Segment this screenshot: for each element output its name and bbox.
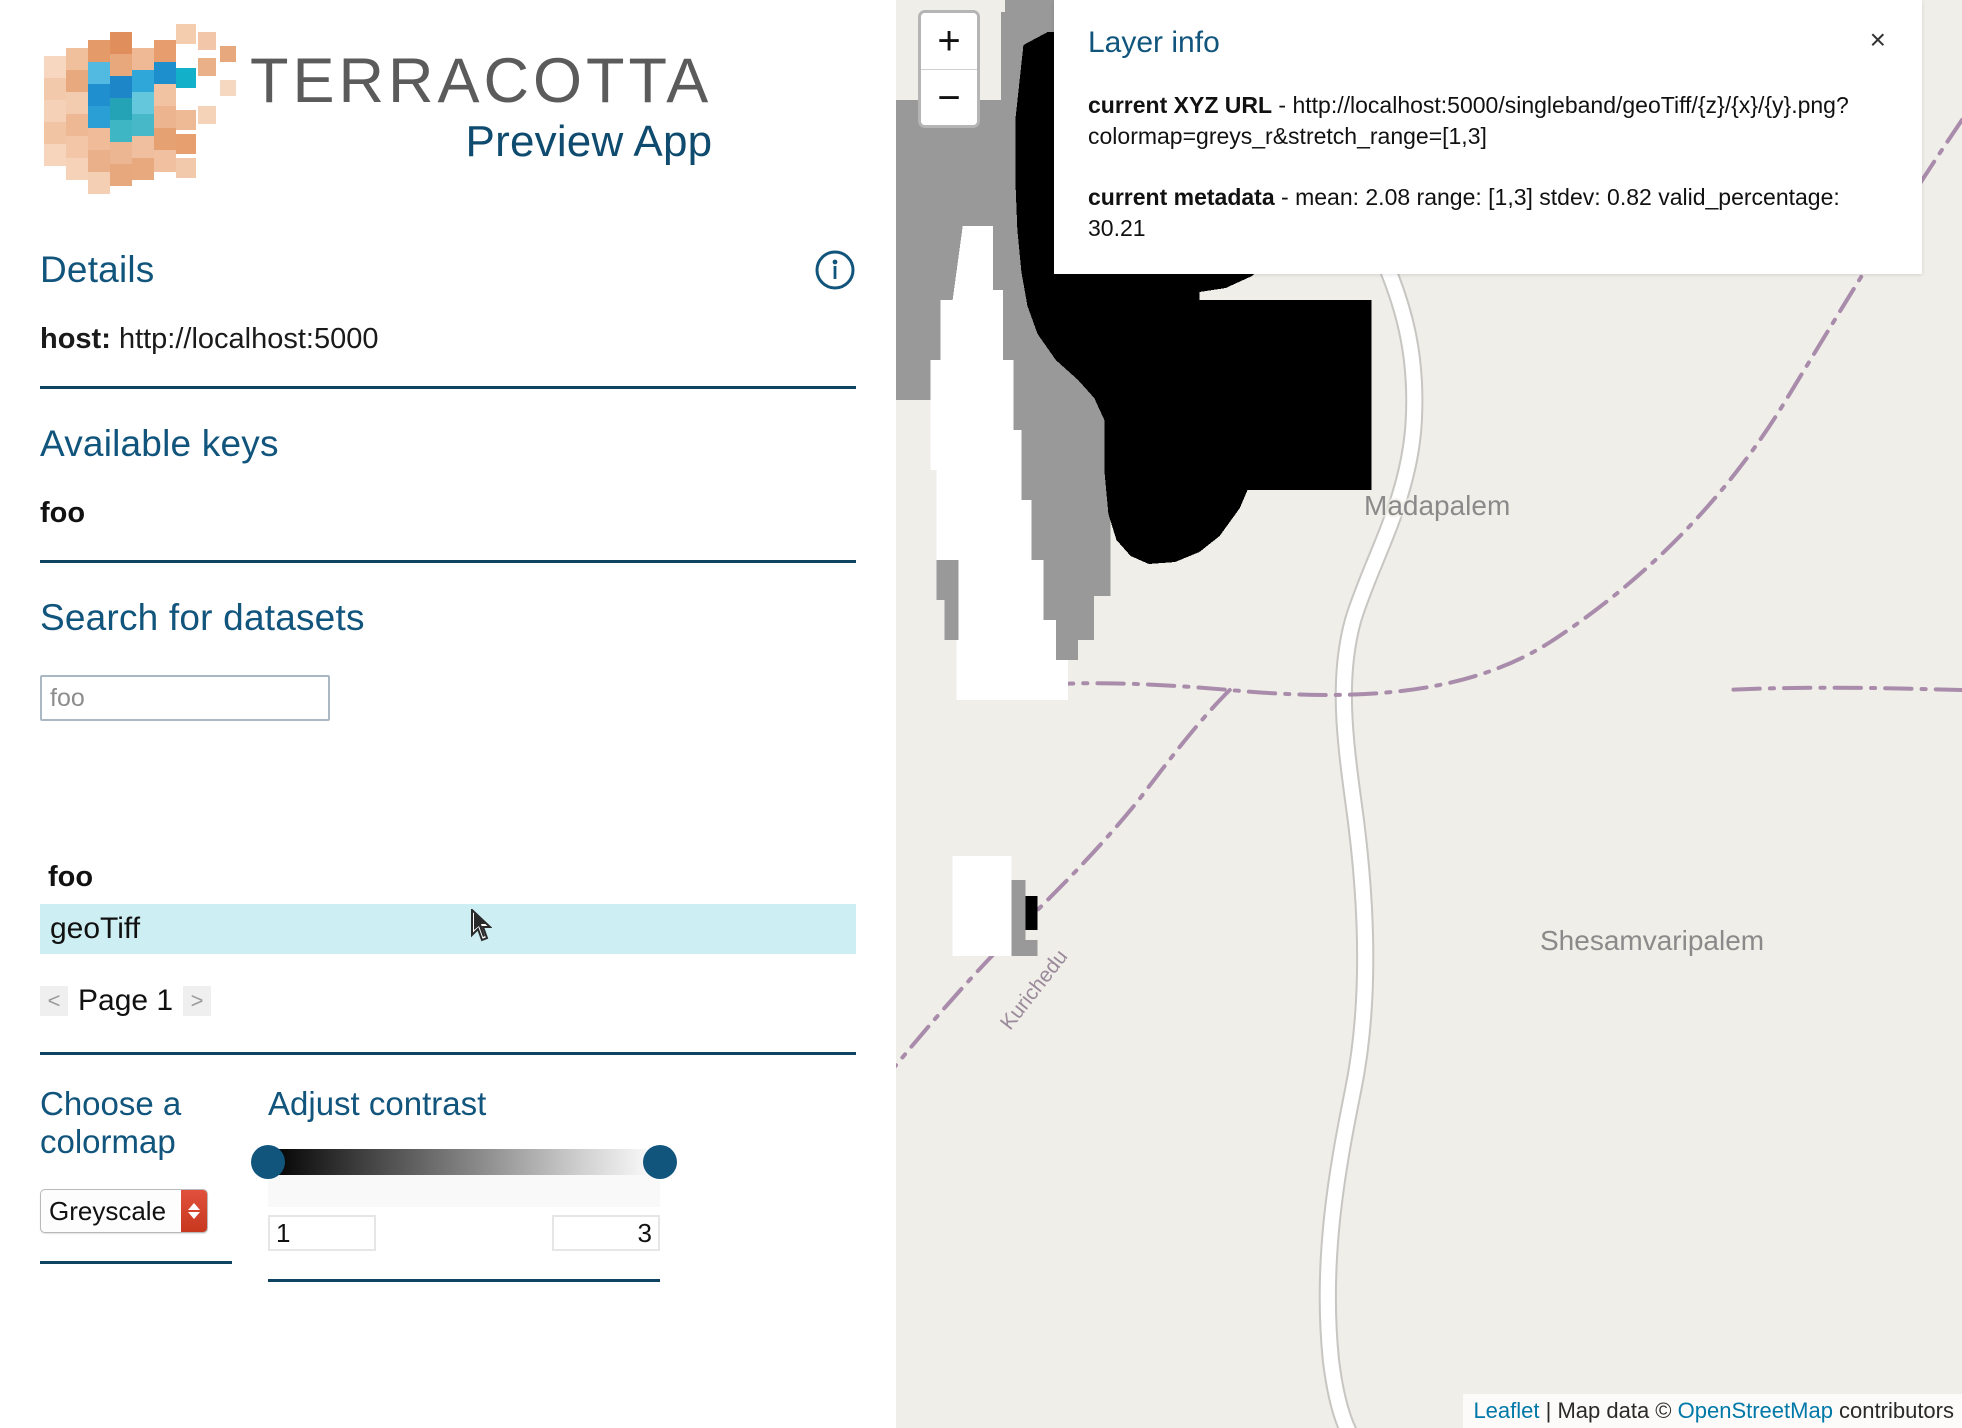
mouse-pointer-cursor-icon (470, 907, 493, 943)
attribution-text-after: contributors (1832, 1398, 1954, 1423)
contrast-divider (268, 1279, 660, 1282)
layer-info-xyz-label: current XYZ URL (1088, 92, 1273, 118)
pagination-prev-button[interactable]: < (40, 986, 68, 1016)
map-panel[interactable]: + − Layer info × current XYZ URL - http:… (896, 0, 1962, 1428)
contrast-slider-rail (268, 1175, 660, 1207)
search-header: Search for datasets (40, 597, 856, 639)
contrast-range-inputs (268, 1215, 660, 1251)
available-keys-divider (40, 560, 856, 563)
openstreetmap-link[interactable]: OpenStreetMap (1678, 1398, 1833, 1423)
contrast-max-input[interactable] (552, 1215, 660, 1251)
colormap-section: Choose a colormap Greyscale (40, 1085, 268, 1282)
pagination: < Page 1 > (40, 984, 856, 1018)
close-icon[interactable]: × (1868, 26, 1888, 54)
contrast-min-input[interactable] (268, 1215, 376, 1251)
search-results-spacer (40, 721, 856, 861)
layer-info-metadata-row: current metadata - mean: 2.08 range: [1,… (1088, 182, 1888, 244)
logo-subtitle: Preview App (465, 116, 713, 166)
info-circle-icon[interactable] (814, 249, 856, 291)
available-keys-header: Available keys (40, 423, 856, 465)
layer-info-xyz-dash: - (1272, 92, 1293, 118)
host-value: http://localhost:5000 (118, 323, 379, 355)
dataset-row-label: geoTiff (50, 912, 141, 945)
colormap-title: Choose a colormap (40, 1085, 182, 1160)
dataset-group-label: foo (48, 861, 94, 893)
search-field-wrap (40, 675, 856, 721)
layer-info-header: Layer info × (1088, 26, 1888, 60)
details-divider (40, 386, 856, 389)
map-zoom-controls: + − (918, 10, 980, 128)
layer-info-xyz-row: current XYZ URL - http://localhost:5000/… (1088, 90, 1888, 152)
dataset-list-divider (40, 1052, 856, 1055)
colormap-divider (40, 1261, 232, 1264)
available-keys-title: Available keys (40, 423, 279, 464)
contrast-title: Adjust contrast (268, 1085, 487, 1122)
colormap-select-wrap: Greyscale (40, 1189, 208, 1233)
pagination-page-label: Page 1 (78, 984, 174, 1017)
map-attribution: Leaflet | Map data © OpenStreetMap contr… (1463, 1394, 1962, 1428)
search-section: Search for datasets (40, 597, 856, 721)
attribution-text-before: Map data © (1557, 1398, 1678, 1423)
layer-info-metadata-label: current metadata (1088, 184, 1275, 211)
logo-wordmark: TERRACOTTA Preview App (250, 48, 712, 166)
available-key-item: foo (40, 497, 86, 529)
contrast-slider-handle-max[interactable] (643, 1145, 677, 1179)
details-section: Details host: http://localhost:5000 (40, 249, 856, 389)
contrast-slider-handle-min[interactable] (251, 1145, 285, 1179)
layer-info-metadata-dash: - (1274, 184, 1296, 211)
contrast-slider[interactable] (251, 1145, 677, 1207)
contrast-section: Adjust contrast (251, 1085, 856, 1282)
sidebar: TERRACOTTA Preview App Details host: htt… (0, 0, 896, 1428)
zoom-in-button[interactable]: + (921, 13, 977, 69)
leaflet-link[interactable]: Leaflet (1473, 1398, 1539, 1423)
dataset-row-geotiff[interactable]: geoTiff (40, 904, 856, 954)
details-header: Details (40, 249, 856, 291)
layer-info-title: Layer info (1088, 26, 1220, 59)
zoom-out-button[interactable]: − (921, 69, 977, 125)
search-title: Search for datasets (40, 597, 365, 638)
host-label: host: (40, 323, 111, 355)
colormap-select[interactable]: Greyscale (40, 1189, 208, 1233)
host-row: host: http://localhost:5000 (40, 323, 856, 356)
search-input[interactable] (40, 675, 330, 721)
controls-row: Choose a colormap Greyscale Adjust contr… (40, 1085, 856, 1282)
terracotta-pixel-map-logo-icon (40, 18, 240, 198)
pagination-next-button[interactable]: > (183, 986, 212, 1016)
attribution-separator: | (1539, 1398, 1558, 1423)
logo-title: TERRACOTTA (250, 46, 713, 117)
details-title: Details (40, 249, 155, 290)
layer-info-panel: Layer info × current XYZ URL - http://lo… (1054, 0, 1922, 275)
contrast-slider-track (268, 1149, 660, 1175)
dataset-list-section: foo geoTiff < Page 1 > (40, 861, 856, 1055)
available-keys-section: Available keys foo (40, 423, 856, 563)
app-root: TERRACOTTA Preview App Details host: htt… (0, 0, 1962, 1428)
app-logo: TERRACOTTA Preview App (40, 0, 856, 215)
